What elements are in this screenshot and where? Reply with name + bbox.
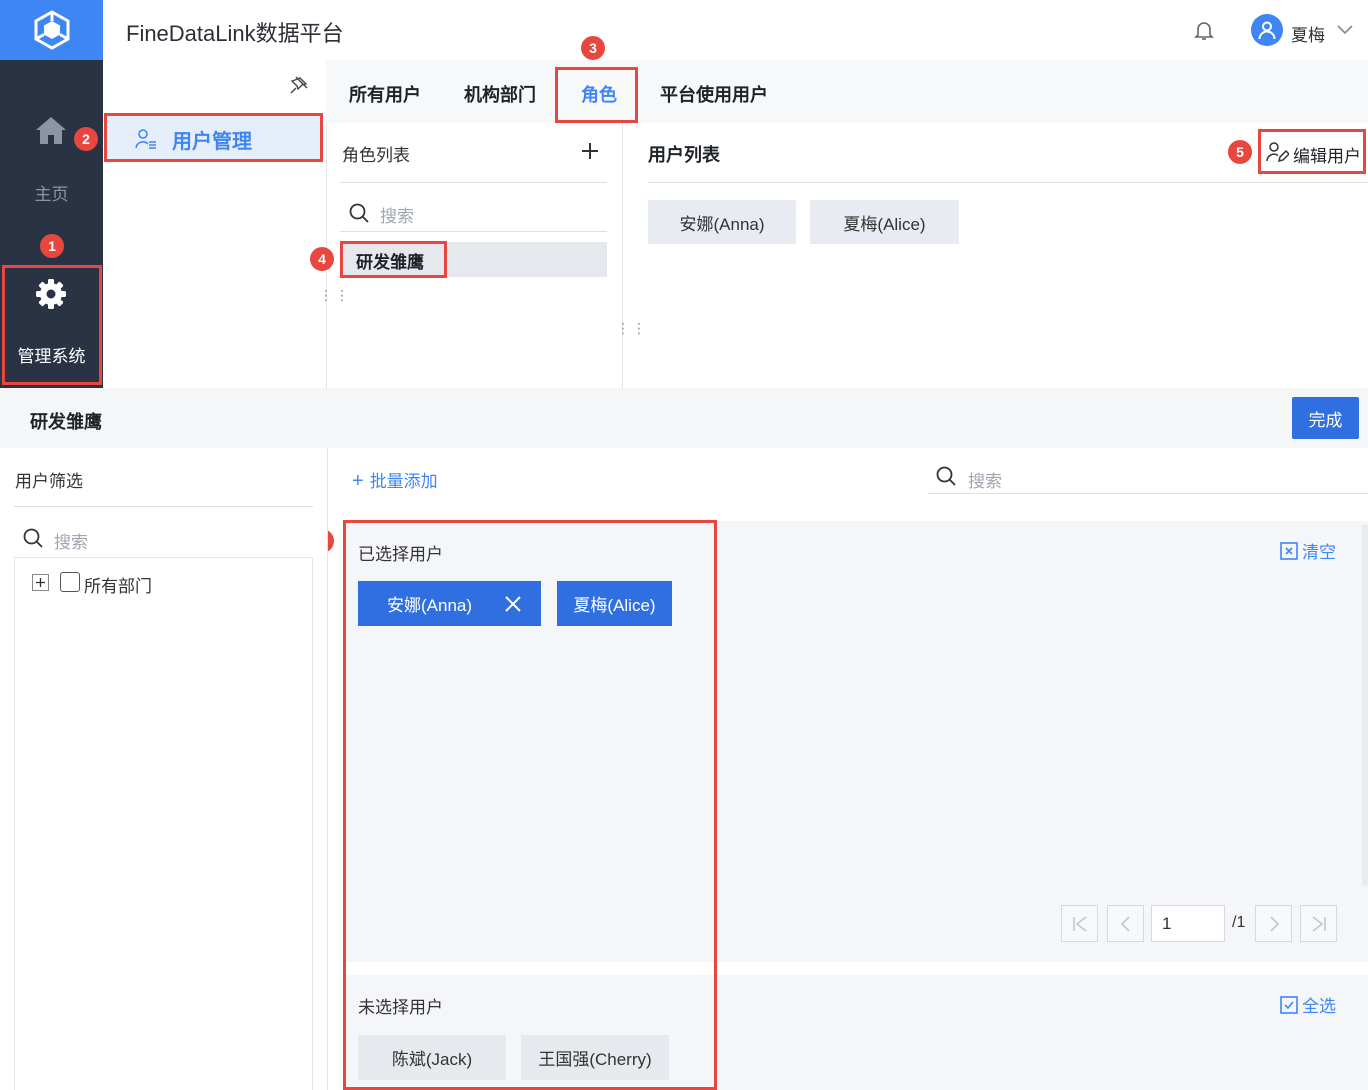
last-page-icon — [1312, 915, 1326, 932]
user-search-input[interactable]: 搜索 — [968, 467, 1002, 492]
tab-all-users[interactable]: 所有用户 — [349, 81, 421, 107]
search-icon — [22, 527, 44, 549]
resize-handle[interactable]: ⋮⋮ — [616, 321, 648, 335]
editor-title: 研发雏鹰 — [30, 412, 102, 432]
editor-header — [0, 388, 1368, 448]
role-list-title: 角色列表 — [342, 146, 410, 165]
select-all-label: 全选 — [1302, 997, 1336, 1016]
divider — [928, 493, 1368, 494]
filter-title: 用户筛选 — [15, 472, 83, 491]
resize-handle[interactable]: ⋮⋮ — [319, 288, 351, 302]
page-input[interactable]: 1 — [1151, 905, 1225, 942]
bulk-add-label: 批量添加 — [369, 472, 438, 491]
department-tree — [14, 557, 313, 1090]
highlight-box-edit-user — [1258, 129, 1366, 174]
bulk-add-button[interactable]: + 批量添加 — [352, 467, 438, 493]
step-marker: 4 — [310, 247, 334, 271]
step-marker: 3 — [581, 36, 605, 60]
highlight-box-user-picker — [343, 520, 717, 1090]
pin-icon[interactable] — [288, 74, 310, 96]
nav-home-label[interactable]: 主页 — [0, 180, 103, 205]
bell-icon[interactable] — [1192, 18, 1216, 42]
chevron-right-icon — [1269, 915, 1279, 932]
logo-icon — [34, 10, 69, 50]
select-all-icon — [1280, 995, 1298, 1014]
expand-icon[interactable] — [32, 574, 49, 591]
user-list-title: 用户列表 — [648, 145, 720, 165]
highlight-box-admin — [2, 265, 102, 385]
tree-item-label[interactable]: 所有部门 — [84, 572, 152, 597]
first-page-button[interactable] — [1061, 905, 1098, 942]
search-icon — [935, 465, 957, 487]
prev-page-button[interactable] — [1107, 905, 1144, 942]
plus-icon: + — [352, 470, 364, 492]
step-marker: 2 — [74, 127, 98, 151]
next-page-button[interactable] — [1255, 905, 1292, 942]
chevron-left-icon — [1120, 915, 1130, 932]
page-total: /1 — [1232, 914, 1246, 931]
divider — [340, 231, 607, 232]
tree-checkbox[interactable] — [60, 572, 80, 592]
step-marker: 5 — [1228, 140, 1252, 164]
done-button[interactable]: 完成 — [1292, 397, 1359, 439]
first-page-icon — [1072, 915, 1086, 932]
submenu-panel — [103, 60, 326, 388]
home-icon[interactable] — [34, 114, 68, 148]
divider — [340, 182, 607, 183]
role-search-input[interactable]: 搜索 — [380, 202, 414, 227]
last-page-button[interactable] — [1300, 905, 1337, 942]
select-all-button[interactable]: 全选 — [1279, 992, 1336, 1017]
submenu-label-user-management: 用户管理 — [172, 131, 252, 153]
scrollbar[interactable] — [1362, 524, 1368, 886]
user-avatar-icon — [1258, 21, 1276, 40]
clear-label: 清空 — [1302, 543, 1336, 562]
avatar[interactable] — [1251, 14, 1283, 46]
highlight-box-role-item — [340, 241, 447, 278]
user-manage-icon — [134, 127, 158, 151]
user-chip: 安娜(Anna) — [648, 200, 796, 244]
divider — [14, 506, 313, 507]
clear-icon — [1280, 541, 1298, 560]
search-icon — [348, 202, 370, 224]
user-name[interactable]: 夏梅 — [1291, 21, 1325, 46]
app-title: FineDataLink数据平台 — [126, 21, 344, 46]
app-logo[interactable] — [0, 0, 103, 60]
tab-platform-users[interactable]: 平台使用用户 — [660, 81, 768, 107]
step-marker: 1 — [40, 234, 64, 258]
chevron-down-icon[interactable] — [1336, 22, 1354, 36]
tab-departments[interactable]: 机构部门 — [464, 81, 536, 107]
filter-search-input[interactable]: 搜索 — [54, 528, 88, 553]
add-role-icon[interactable] — [580, 141, 600, 161]
divider — [648, 182, 1368, 183]
clear-button[interactable]: 清空 — [1279, 538, 1336, 563]
highlight-box-roles-tab — [555, 67, 638, 123]
user-chip: 夏梅(Alice) — [810, 200, 959, 244]
